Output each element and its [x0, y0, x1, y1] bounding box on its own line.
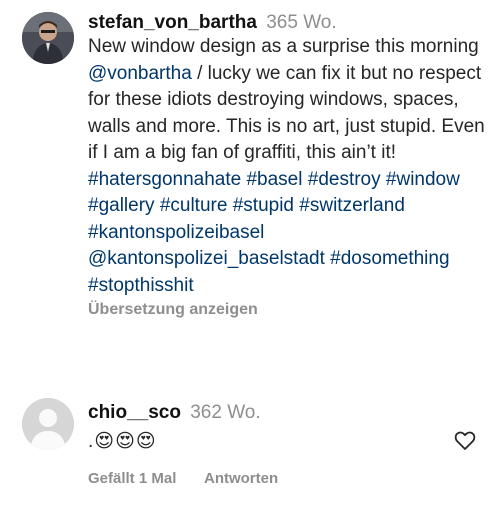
- comment: chio__sco 362 Wo. .😍😍😍: [88, 402, 448, 453]
- heart-outline-icon[interactable]: [453, 428, 477, 452]
- hashtag-link[interactable]: #basel: [246, 169, 302, 190]
- hashtag-link[interactable]: #culture: [160, 195, 228, 216]
- comment-actions: Gefällt 1 Mal Antworten: [88, 470, 302, 487]
- hashtag-link[interactable]: #switzerland: [299, 195, 405, 216]
- mention-link[interactable]: @kantonspolizei_baselstadt: [88, 248, 325, 269]
- default-avatar-icon: [22, 398, 74, 450]
- post-time: 365 Wo.: [266, 12, 337, 33]
- hashtag-link[interactable]: #kantonspolizeibasel: [88, 222, 264, 243]
- translate-link[interactable]: Übersetzung anzeigen: [88, 301, 488, 319]
- caption-text: New window design as a surprise this mor…: [88, 36, 479, 57]
- avatar-photo: [22, 12, 74, 64]
- avatar[interactable]: [22, 12, 74, 64]
- reply-button[interactable]: Antworten: [204, 470, 278, 487]
- post-meta: stefan_von_bartha 365 Wo.: [88, 12, 488, 34]
- hashtag-link[interactable]: #window: [386, 169, 460, 190]
- hashtag-link[interactable]: #stopthisshit: [88, 275, 194, 296]
- hashtag-link[interactable]: #stupid: [233, 195, 294, 216]
- hashtag-link[interactable]: #dosomething: [330, 248, 449, 269]
- hashtag-link[interactable]: #gallery: [88, 195, 155, 216]
- mention-link[interactable]: @vonbartha: [88, 63, 192, 84]
- likes-count-link[interactable]: Gefällt 1 Mal: [88, 470, 176, 487]
- comment-time: 362 Wo.: [190, 402, 261, 423]
- post-caption-block: stefan_von_bartha 365 Wo. New window des…: [88, 12, 488, 319]
- post-caption: New window design as a surprise this mor…: [88, 34, 488, 299]
- comment-avatar[interactable]: [22, 398, 74, 450]
- hashtag-link[interactable]: #destroy: [308, 169, 381, 190]
- post-username[interactable]: stefan_von_bartha: [88, 12, 257, 33]
- comment-username[interactable]: chio__sco: [88, 402, 181, 423]
- comment-meta: chio__sco 362 Wo.: [88, 402, 448, 424]
- comment-text: .😍😍😍: [88, 431, 157, 452]
- hashtag-link[interactable]: #hatersgonnahate: [88, 169, 241, 190]
